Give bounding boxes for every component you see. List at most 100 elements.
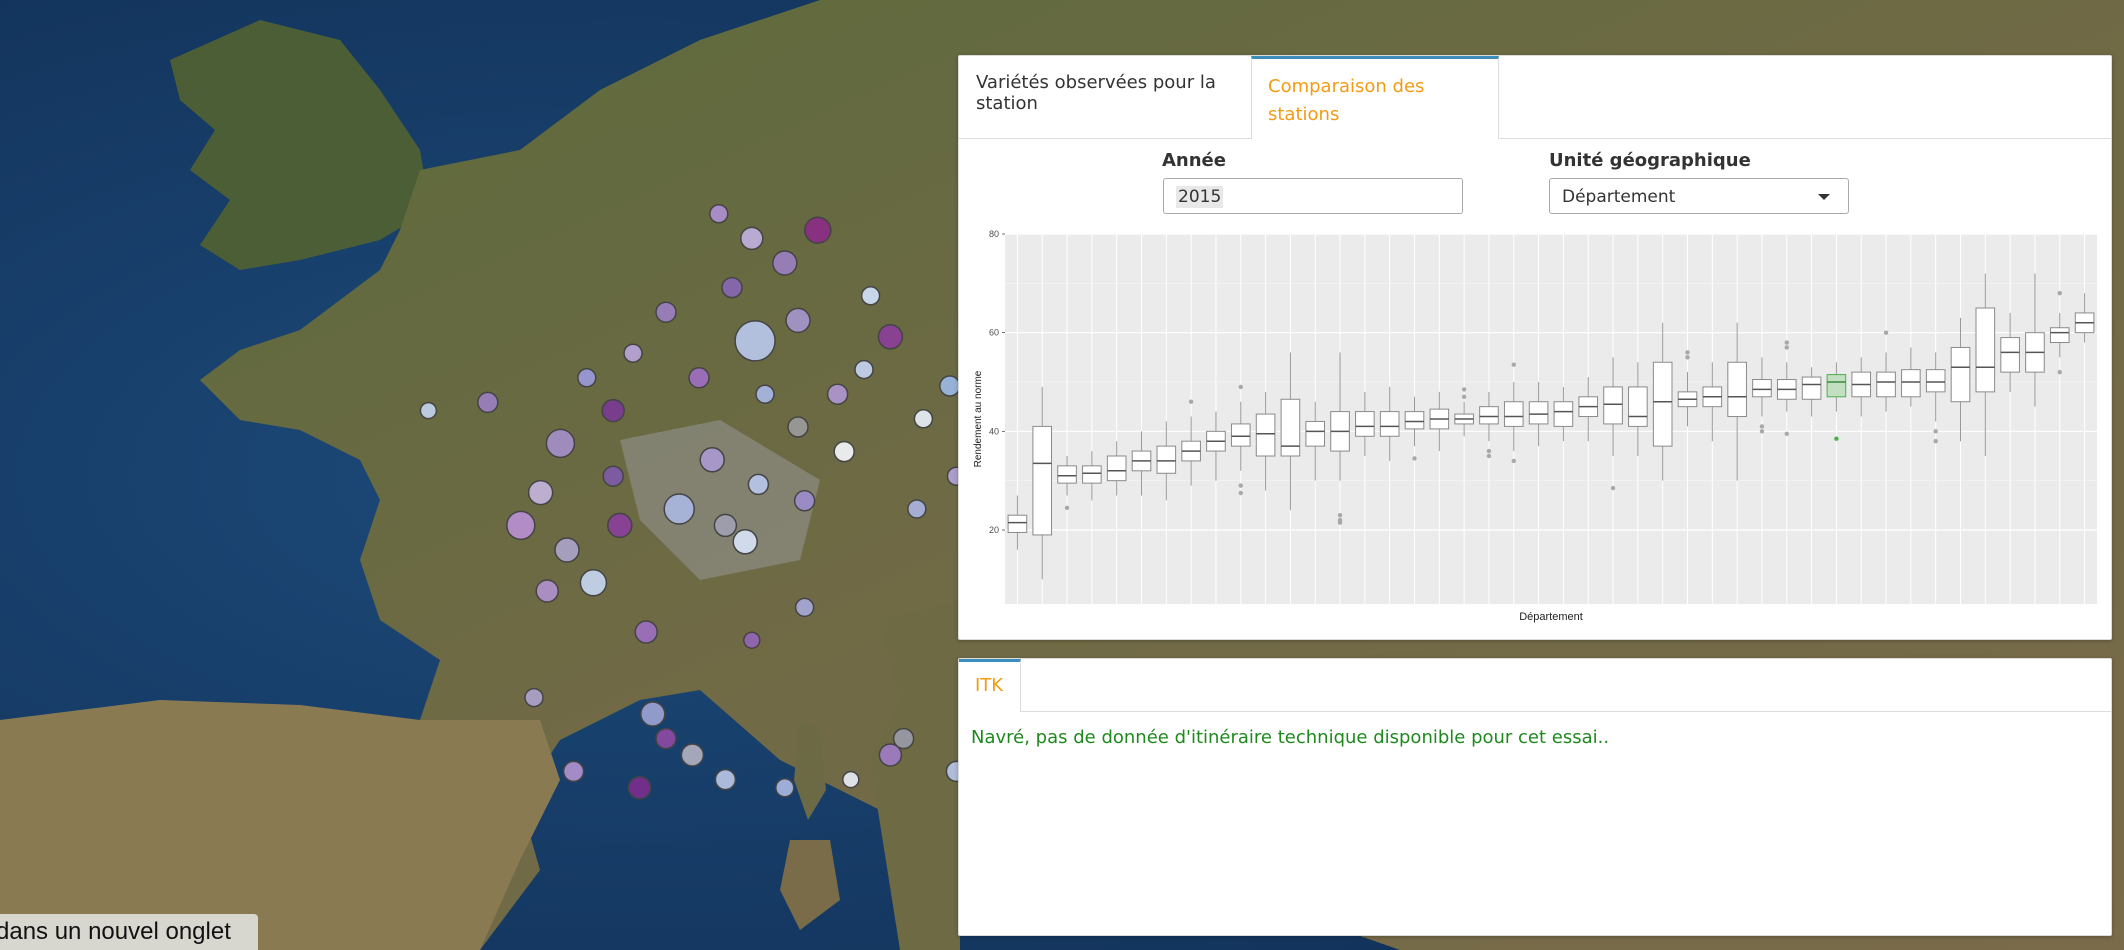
outlier-point: [1461, 387, 1467, 392]
station-marker[interactable]: [833, 440, 855, 463]
station-marker[interactable]: [878, 743, 903, 767]
station-marker[interactable]: [734, 320, 776, 362]
station-marker[interactable]: [877, 324, 904, 350]
y-axis-label: Rendement au norme: [973, 370, 984, 467]
station-marker[interactable]: [755, 384, 775, 404]
outlier-point: [1759, 429, 1765, 434]
tab-station-comparison[interactable]: Comparaison des stations: [1251, 56, 1499, 139]
station-marker[interactable]: [743, 631, 761, 649]
geo-unit-label: Unité géographique: [1549, 150, 1751, 171]
station-marker[interactable]: [655, 301, 677, 323]
station-marker[interactable]: [554, 537, 580, 563]
outlier-point: [1933, 429, 1938, 434]
station-marker[interactable]: [477, 391, 499, 414]
station-marker[interactable]: [680, 743, 705, 767]
outlier-point: [1412, 456, 1417, 461]
station-marker[interactable]: [709, 204, 729, 224]
boxplot-chart: 20 40 60 80 Département Rendement au norme: [973, 229, 2097, 623]
station-marker[interactable]: [545, 428, 576, 459]
station-marker[interactable]: [699, 447, 725, 473]
station-marker[interactable]: [640, 701, 666, 727]
box-body: [1553, 401, 1574, 427]
box-body: [1230, 423, 1251, 447]
outlier-point: [1685, 355, 1690, 360]
box-body: [1156, 445, 1177, 474]
outlier-point: [2057, 369, 2062, 375]
station-marker[interactable]: [655, 727, 677, 750]
comparison-panel: Variétés observées pour la station Compa…: [958, 55, 2112, 640]
y-tick-label: 20: [989, 525, 999, 535]
station-marker[interactable]: [785, 307, 811, 334]
station-marker[interactable]: [842, 770, 860, 789]
station-marker[interactable]: [601, 398, 625, 423]
station-marker[interactable]: [419, 401, 438, 420]
station-marker[interactable]: [740, 226, 764, 251]
box-body: [1106, 455, 1127, 482]
box-body: [1479, 406, 1499, 425]
box-body: [1503, 401, 1524, 427]
station-marker[interactable]: [634, 620, 658, 644]
outlier-point: [1784, 431, 1789, 436]
station-marker[interactable]: [913, 409, 934, 429]
station-marker[interactable]: [772, 250, 798, 276]
box-body: [1752, 379, 1772, 398]
station-marker[interactable]: [860, 286, 881, 306]
box-body: [1280, 398, 1301, 457]
station-marker[interactable]: [579, 569, 608, 597]
station-marker[interactable]: [663, 493, 695, 525]
station-marker[interactable]: [721, 276, 743, 299]
outlier-point: [1238, 490, 1243, 496]
station-marker[interactable]: [826, 383, 849, 405]
box-body: [1404, 411, 1425, 430]
station-marker[interactable]: [747, 473, 770, 496]
outlier-point: [1486, 453, 1492, 459]
y-tick-label: 80: [989, 229, 999, 239]
station-marker[interactable]: [688, 367, 710, 389]
station-marker[interactable]: [775, 778, 795, 798]
station-marker[interactable]: [804, 216, 832, 244]
box-body: [1901, 369, 1921, 398]
box-body: [1826, 374, 1847, 398]
station-marker[interactable]: [627, 776, 652, 800]
station-marker[interactable]: [623, 343, 643, 363]
station-marker[interactable]: [713, 513, 738, 538]
box-body: [1975, 307, 1996, 393]
station-marker[interactable]: [907, 499, 927, 519]
tab-itk[interactable]: ITK: [959, 659, 1021, 712]
tab-varieties[interactable]: Variétés observées pour la station: [959, 56, 1251, 138]
station-marker[interactable]: [562, 760, 585, 783]
box-body: [1628, 386, 1648, 427]
station-marker[interactable]: [714, 768, 737, 791]
outlier-point: [1933, 439, 1938, 444]
station-marker[interactable]: [607, 512, 633, 539]
itk-message: Navré, pas de donnée d'itinéraire techni…: [971, 727, 1610, 748]
chevron-down-icon: [1818, 194, 1830, 200]
geo-unit-select[interactable]: Département: [1549, 178, 1849, 214]
station-marker[interactable]: [854, 359, 874, 380]
year-input[interactable]: 2015: [1163, 178, 1463, 214]
station-marker[interactable]: [577, 368, 597, 388]
station-marker[interactable]: [794, 597, 815, 618]
box-body: [2000, 337, 2020, 373]
station-marker[interactable]: [527, 479, 554, 506]
station-marker[interactable]: [524, 687, 544, 708]
x-axis-label: Département: [1519, 611, 1583, 623]
station-marker[interactable]: [506, 510, 536, 541]
box-body: [1057, 465, 1077, 484]
station-marker[interactable]: [602, 465, 624, 487]
outlier-point: [1685, 350, 1690, 355]
box-body: [1082, 465, 1102, 484]
station-marker[interactable]: [732, 529, 758, 555]
box-body: [1876, 371, 1896, 398]
station-marker[interactable]: [535, 579, 559, 603]
station-marker[interactable]: [939, 375, 961, 397]
box-body: [1652, 361, 1673, 447]
box-body: [1355, 411, 1375, 437]
box-body: [1801, 376, 1822, 400]
station-marker[interactable]: [787, 416, 809, 438]
outlier-point: [1883, 330, 1889, 335]
box-body: [1305, 420, 1326, 447]
open-in-new-tab-tooltip: dans un nouvel onglet: [0, 914, 258, 950]
outlier-point: [1486, 448, 1492, 454]
station-marker[interactable]: [793, 490, 816, 512]
